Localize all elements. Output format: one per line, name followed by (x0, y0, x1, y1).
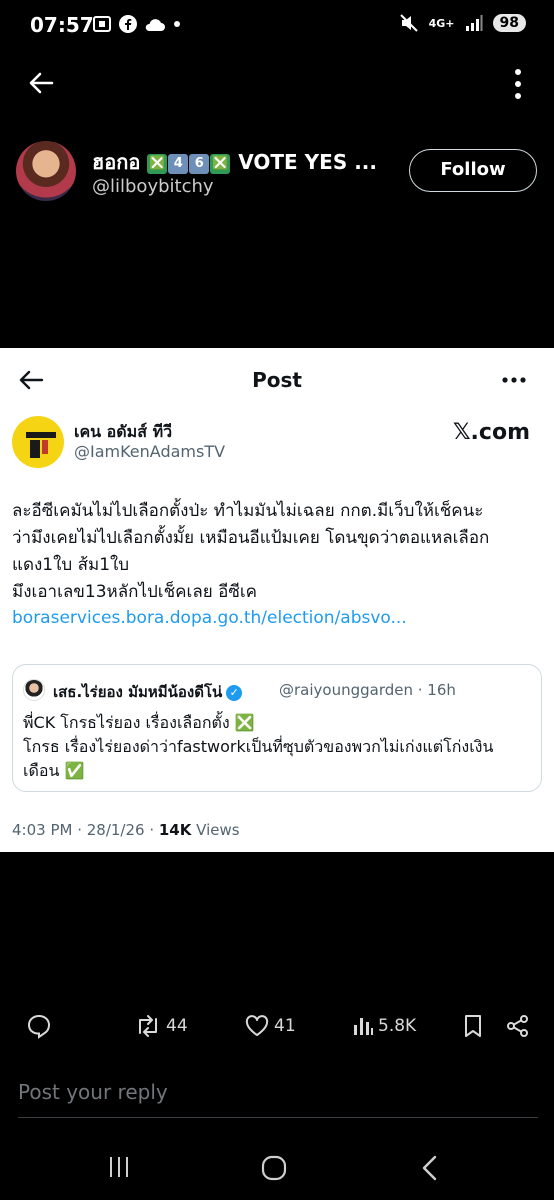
retweet-icon (139, 1015, 157, 1037)
quote-text: พี่CK โกรธไร่ยอง เรื่องเลือกตั้ง ❎ โกรธ … (23, 711, 533, 783)
quote-text-line: โกรธ เรื่องไร่ยองด่าว่าfastworkเป็นที่ซุ… (23, 737, 494, 756)
more-horizontal-icon (502, 377, 526, 383)
author-handle: @IamKenAdamsTV (74, 442, 226, 461)
bookmark-icon (465, 1015, 481, 1037)
logo-icon (26, 432, 56, 458)
quoted-post: เสธ.ไร่ยอง มัมหมีน้องดีโน่ ✓ @raiyounggar… (12, 664, 542, 792)
post-card[interactable]: Post เคน อดัมส์ ทีวี @IamKenAdamsTV 𝕏.co… (0, 348, 554, 852)
post-text: ละอีซีเคมันไม่ไปเลือกตั้งป่ะ ทำไมมันไม่เ… (12, 498, 542, 606)
bookmark-button[interactable] (462, 1008, 484, 1044)
quote-avatar (23, 679, 45, 701)
post-text-line: ละอีซีเคมันไม่ไปเลือกตั้งป่ะ ทำไมมันไม่เ… (12, 501, 484, 521)
verified-badge-icon: ✓ (226, 685, 243, 701)
top-bar (0, 54, 554, 116)
like-button[interactable]: 41 (244, 1008, 296, 1044)
keycap-4-emoji: 4 (168, 154, 189, 174)
avatar[interactable] (16, 141, 76, 201)
reply-input[interactable]: Post your reply (18, 1080, 168, 1104)
analytics-icon (354, 1018, 373, 1035)
system-nav-bar (0, 1142, 554, 1192)
x-logo: 𝕏.com (452, 420, 530, 445)
profile-name: ฮอกอ ❎ 4 6 ❎ VOTE YES ... (92, 150, 377, 174)
follow-button[interactable]: Follow (409, 149, 537, 192)
back-arrow-icon[interactable] (26, 68, 56, 98)
back-nav-icon[interactable] (418, 1154, 442, 1182)
views-count-action: 5.8K (378, 1016, 417, 1036)
reply-button[interactable] (26, 1008, 52, 1044)
signal-icon (465, 15, 483, 31)
views-count: 14K (158, 821, 192, 839)
profile-header: ฮอกอ ❎ 4 6 ❎ VOTE YES ... @lilboybitchy Fol… (0, 138, 554, 208)
reply-divider (18, 1117, 538, 1118)
post-text-line: แดง1ใบ ส้ม1ใบ (12, 555, 130, 575)
quote-handle-time: @raiyounggarden · 16h (279, 681, 456, 699)
cross-mark-emoji: ❎ (210, 154, 231, 174)
recent-apps-icon[interactable] (106, 1154, 132, 1180)
status-time: 07:57 (30, 13, 94, 37)
profile-handle: @lilboybitchy (92, 176, 214, 197)
post-header-title: Post (252, 368, 302, 392)
keycap-6-emoji: 6 (189, 154, 210, 174)
system-icons: 4G+ 98 (399, 13, 526, 33)
facebook-icon (119, 15, 137, 33)
post-link: boraservices.bora.dopa.go.th/election/ab… (12, 608, 407, 628)
action-bar: 44 41 5.8K (0, 1008, 554, 1048)
quote-text-line: เดือน ✅ (23, 761, 85, 780)
screenshot-icon (93, 16, 111, 32)
quote-text-line: พี่CK โกรธไร่ยอง เรื่องเลือกตั้ง ❎ (23, 713, 255, 732)
views-button[interactable]: 5.8K (352, 1008, 416, 1044)
retweet-button[interactable]: 44 (134, 1008, 188, 1044)
more-options-icon[interactable] (512, 68, 524, 100)
cloud-icon (145, 19, 165, 31)
network-label: 4G+ (428, 16, 455, 30)
like-count: 41 (274, 1016, 296, 1036)
mute-icon (399, 14, 418, 32)
post-meta: 4:03 PM · 28/1/26 · 14K Views (12, 821, 240, 839)
retweet-count: 44 (166, 1016, 188, 1036)
share-icon (507, 1015, 528, 1037)
author-avatar (12, 416, 64, 468)
quote-author: เสธ.ไร่ยอง มัมหมีน้องดีโน่ ✓ (53, 680, 243, 704)
dot-icon (174, 21, 180, 27)
heart-icon (245, 1015, 269, 1036)
home-icon[interactable] (260, 1154, 288, 1182)
cross-mark-emoji: ❎ (147, 154, 168, 174)
status-bar: 07:57 4G+ 98 (0, 0, 554, 54)
notification-icons (92, 14, 181, 34)
battery-badge: 98 (492, 14, 526, 32)
post-text-line: มึงเอาเลข13หลักไปเช็คเลย อีซีเค (12, 582, 258, 602)
share-button[interactable] (506, 1008, 530, 1044)
post-text-line: ว่ามึงเคยไม่ไปเลือกตั้งมั้ย เหมือนอีแป้ม… (12, 528, 490, 548)
reply-icon (27, 1014, 51, 1039)
